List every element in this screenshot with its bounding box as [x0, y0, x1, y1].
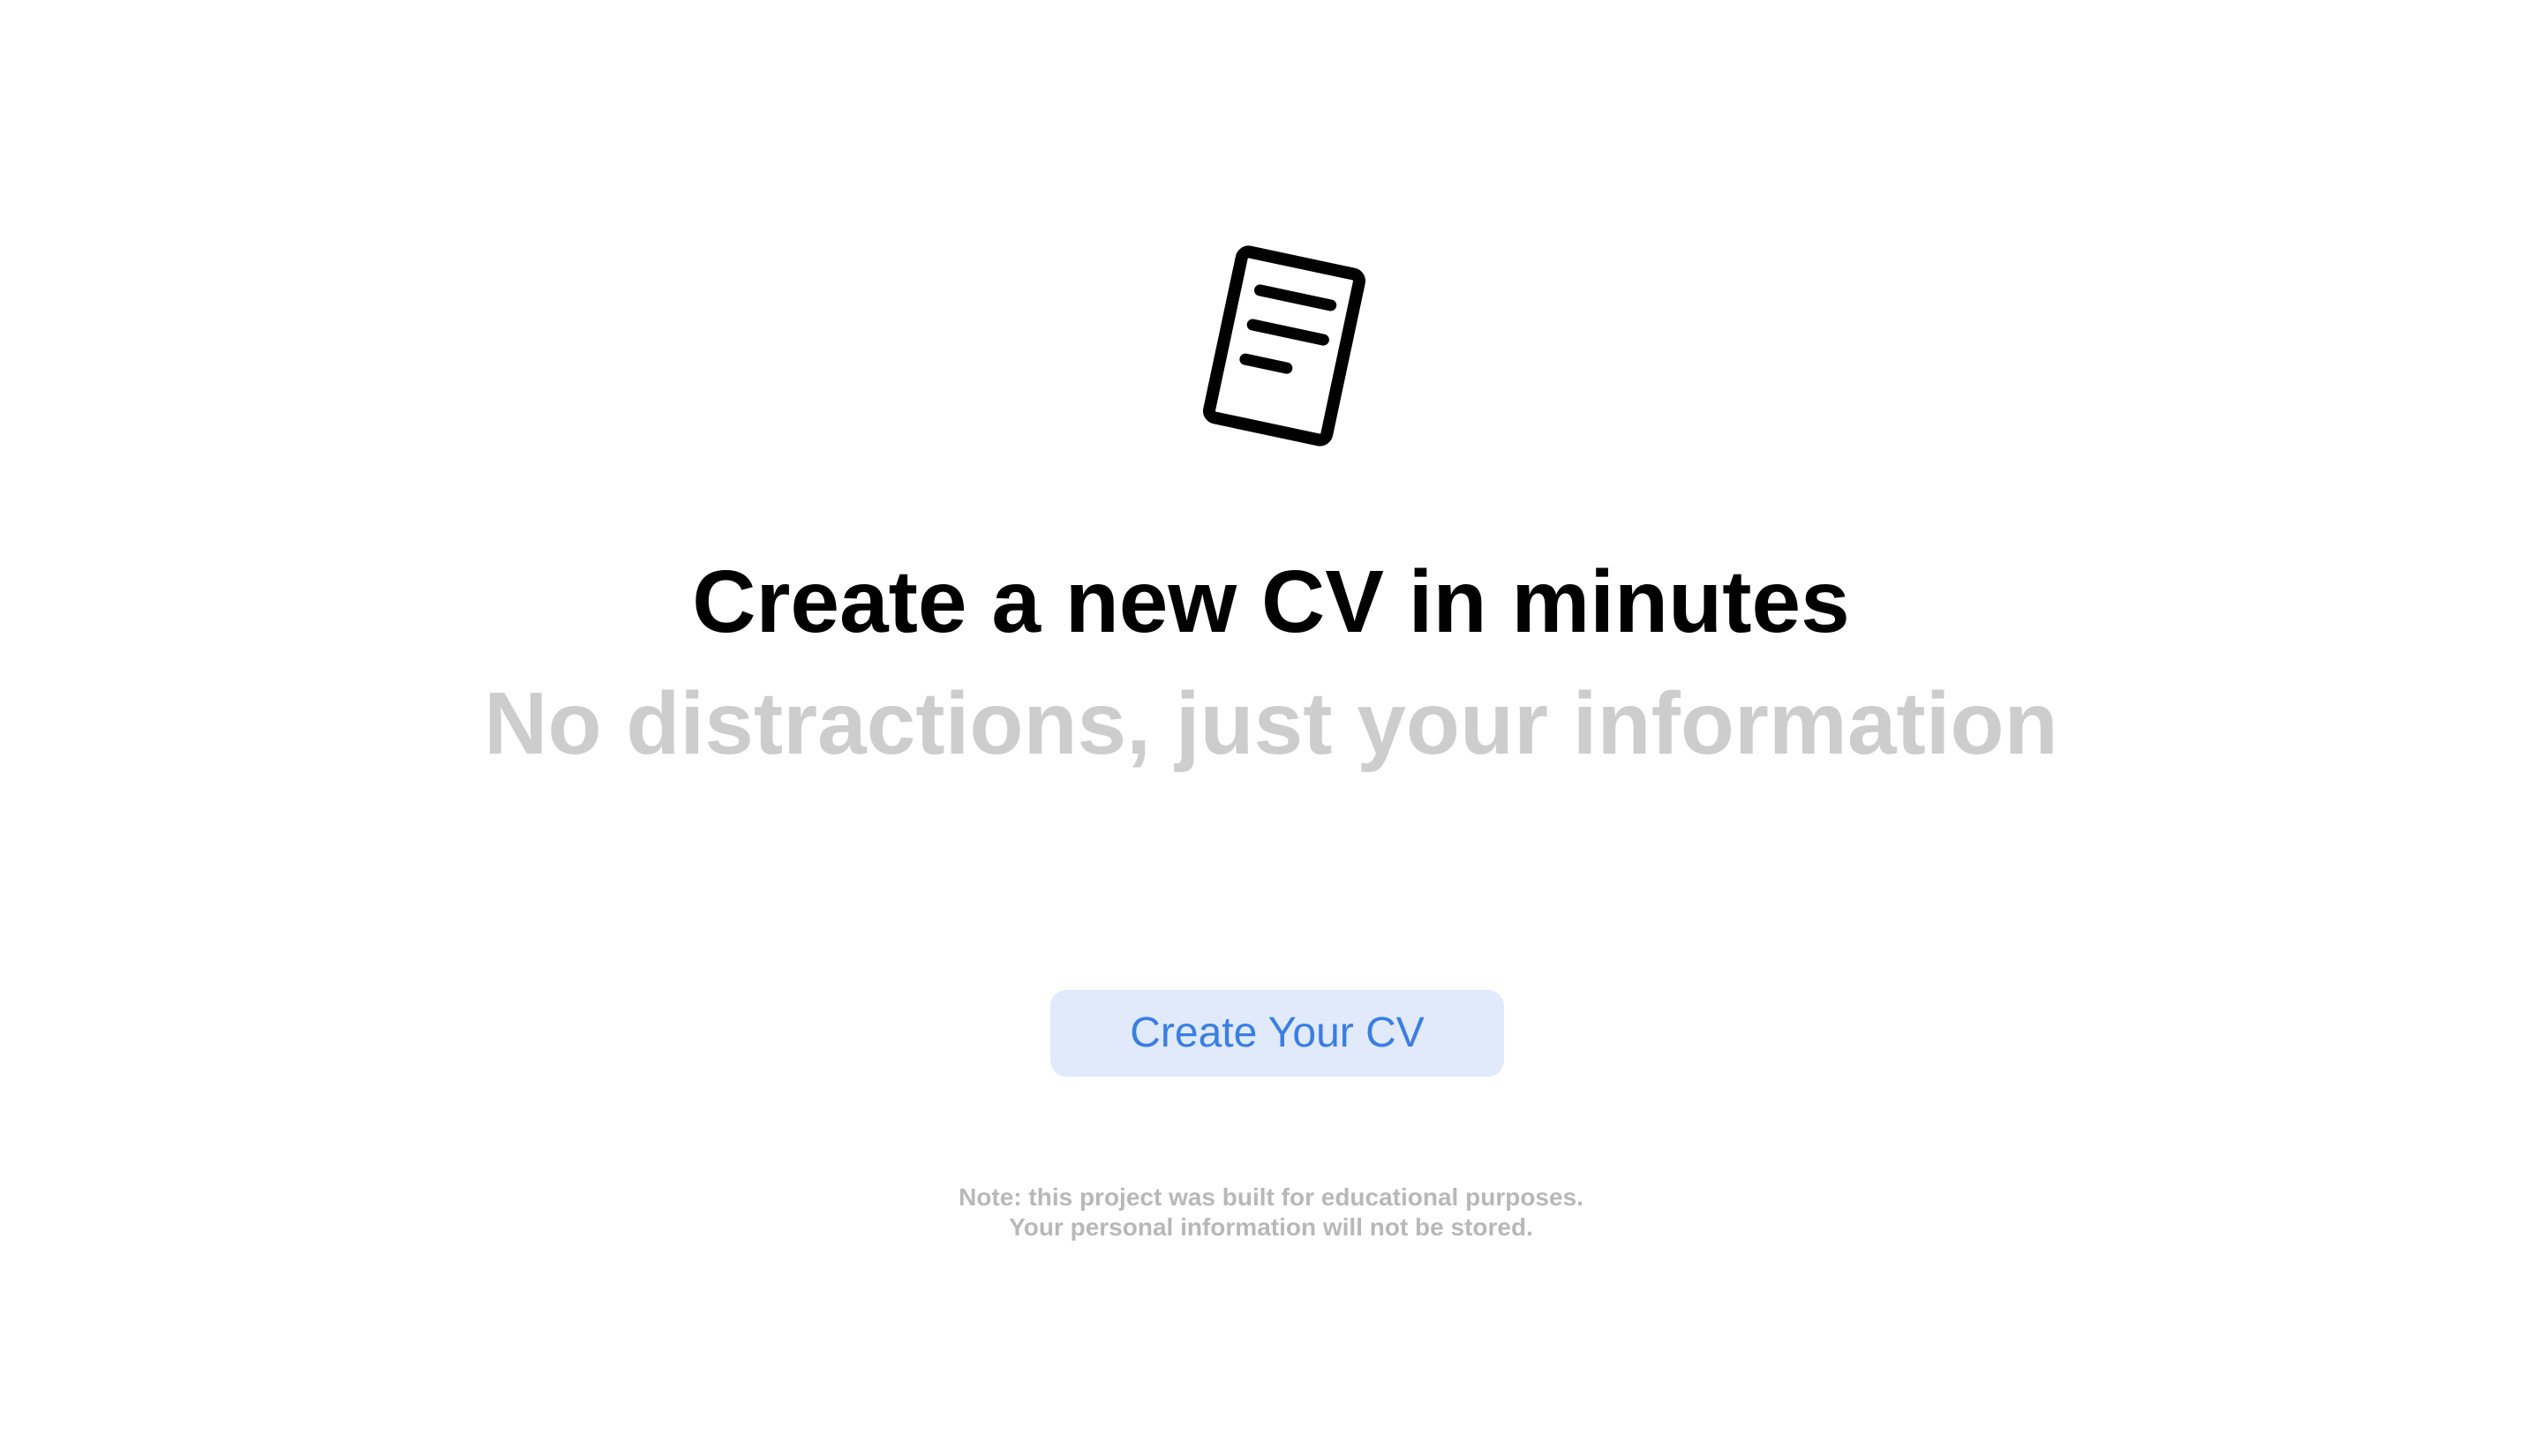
create-cv-button[interactable]: Create Your CV [1050, 990, 1504, 1077]
document-icon [1187, 240, 1381, 452]
disclaimer-line-2: Your personal information will not be st… [1009, 1213, 1533, 1241]
landing-page: Create a new CV in minutes No distractio… [0, 0, 2542, 1456]
disclaimer-line-1: Note: this project was built for educati… [959, 1183, 1583, 1211]
disclaimer-note: Note: this project was built for educati… [0, 1182, 2542, 1242]
page-subtitle: No distractions, just your information [484, 674, 2058, 773]
page-title: Create a new CV in minutes [692, 552, 1850, 651]
